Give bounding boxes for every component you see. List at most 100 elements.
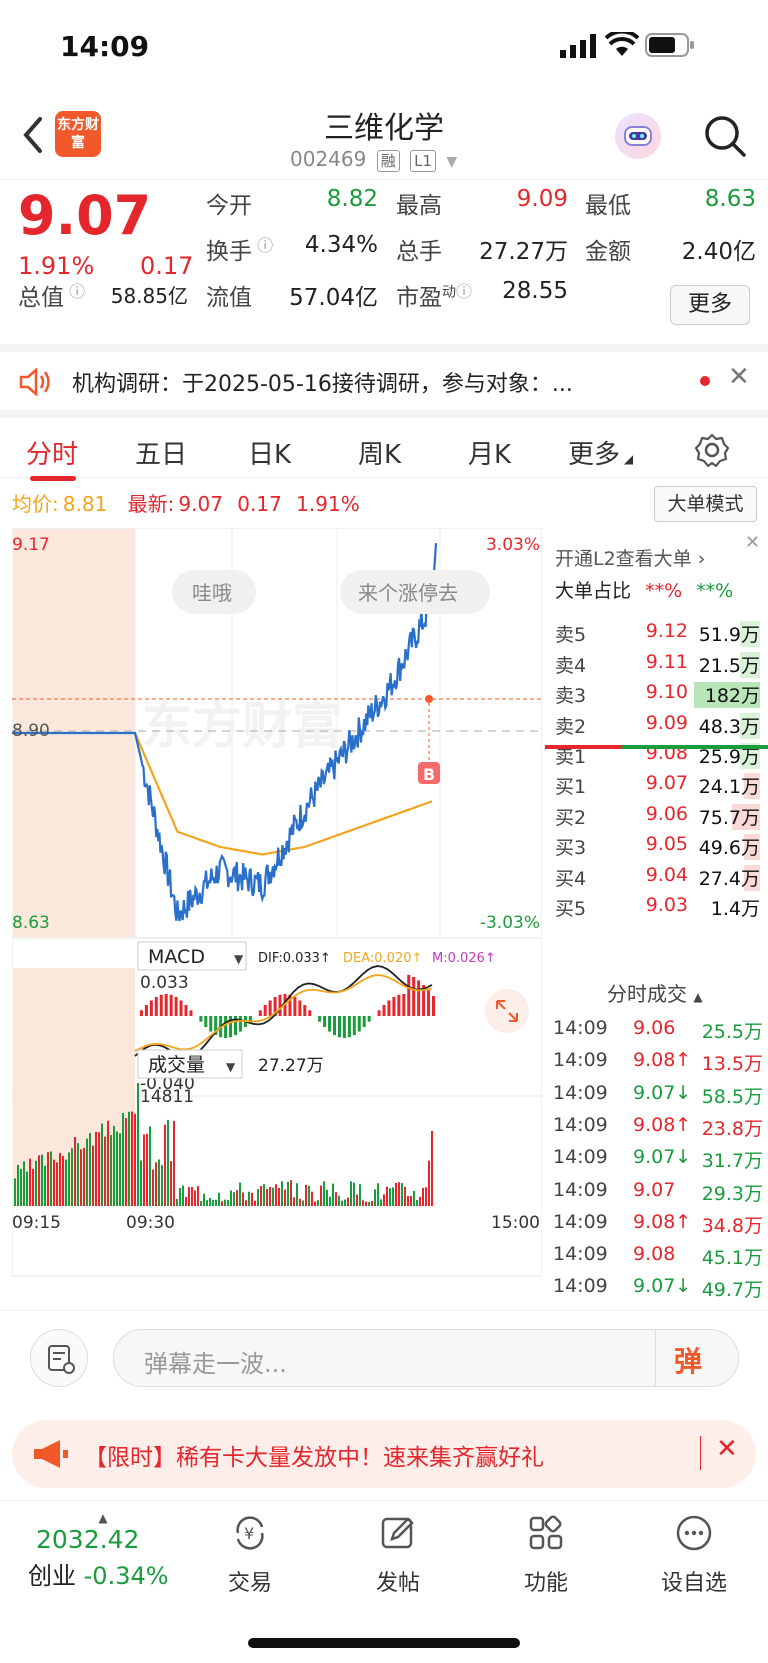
- tab-intraday[interactable]: 分时: [26, 434, 78, 471]
- notice-bar[interactable]: 机构调研：于2025-05-16接待调研，参与对象：... ✕: [0, 344, 768, 406]
- svg-text:¥: ¥: [244, 1524, 254, 1543]
- volume-bar: [83, 1147, 85, 1206]
- macd-bar: [387, 1000, 391, 1016]
- ask-volume: 51.9万: [698, 624, 760, 646]
- volume-bar: [386, 1186, 388, 1206]
- volume-bar: [410, 1195, 412, 1206]
- stock-code-row[interactable]: 002469 融 L1 ▼: [290, 147, 457, 172]
- tab-more[interactable]: 更多 ◢: [568, 434, 633, 471]
- volume-bar: [38, 1155, 40, 1206]
- more-dots-icon: [676, 1515, 712, 1551]
- comment-list-icon[interactable]: [30, 1329, 88, 1387]
- volume-bar: [368, 1201, 370, 1206]
- last-pct: 1.91%: [296, 492, 360, 516]
- nav-add-watchlist[interactable]: 设自选: [634, 1513, 754, 1597]
- more-quote-button[interactable]: 更多: [670, 285, 750, 325]
- last-change: 0.17: [237, 492, 282, 516]
- bubble-limit-up-text: 来个涨停去: [358, 581, 458, 605]
- close-icon[interactable]: ✕: [716, 1434, 738, 1464]
- volume-bar: [182, 1185, 184, 1206]
- info-icon[interactable]: ⓘ: [64, 282, 85, 301]
- volume-bar: [278, 1187, 280, 1206]
- volume-total: 27.27万: [258, 1056, 324, 1076]
- volume-bar: [305, 1184, 307, 1206]
- close-icon[interactable]: ✕: [728, 362, 750, 392]
- volume-bar: [353, 1182, 355, 1206]
- tab-five-day[interactable]: 五日: [135, 434, 187, 471]
- open-label: 今开: [206, 193, 252, 219]
- volume-bar: [68, 1152, 70, 1206]
- volume-bar: [248, 1191, 250, 1206]
- bid-price: 9.07: [645, 772, 688, 794]
- ask-row[interactable]: 卖3 9.10 182万: [555, 679, 760, 709]
- volume-bar: [89, 1132, 91, 1206]
- volume-bar: [71, 1148, 73, 1206]
- danmu-send-button[interactable]: 弹: [674, 1340, 702, 1380]
- info-icon[interactable]: ⓘ: [456, 282, 472, 301]
- buy-sell-ratio-bar: [545, 745, 768, 749]
- volume-bar: [284, 1189, 286, 1206]
- expand-icon[interactable]: [485, 989, 529, 1033]
- stock-code: 002469: [290, 147, 367, 171]
- volume-bar: [125, 1118, 127, 1206]
- danmu-input[interactable]: 弹幕走一波... 弹: [113, 1329, 739, 1387]
- settings-gear-icon[interactable]: [694, 432, 730, 468]
- tick-row: 14:09 9.06 25.5万: [553, 1017, 763, 1043]
- bid-price: 9.03: [645, 894, 688, 916]
- info-icon[interactable]: ⓘ: [252, 236, 273, 255]
- volume-bar: [242, 1192, 244, 1206]
- l2-link[interactable]: 开通L2查看大单 ›: [555, 544, 705, 571]
- intraday-chart[interactable]: 东方财富 B 哇哦 来个涨停去 9.17 3.03% 8.90 8.63 -3.…: [12, 528, 542, 1310]
- nav-functions[interactable]: 功能: [486, 1513, 606, 1597]
- robot-assistant-icon[interactable]: [615, 113, 661, 159]
- macd-bar: [149, 1000, 153, 1016]
- volume-bar: [320, 1185, 322, 1206]
- big-order-mode-button[interactable]: 大单模式: [654, 486, 757, 522]
- ask-row[interactable]: 卖4 9.11 21.5万: [555, 649, 760, 679]
- close-l2-icon[interactable]: ✕: [745, 532, 760, 553]
- index-change: -0.34%: [83, 1562, 169, 1590]
- volume-bar: [314, 1201, 316, 1206]
- tab-weekly-k[interactable]: 周K: [358, 434, 401, 471]
- volume-bar: [56, 1162, 58, 1206]
- top-pct-label: 3.03%: [486, 535, 540, 555]
- turnover-label: 换手 ⓘ: [206, 236, 274, 265]
- float-label: 流值: [206, 285, 252, 311]
- macd-bar: [402, 994, 406, 1016]
- volume-bar: [356, 1194, 358, 1206]
- macd-bar: [377, 1010, 381, 1016]
- bid-row[interactable]: 买2 9.06 75.7万: [555, 801, 760, 831]
- volume-bar: [128, 1111, 130, 1206]
- bid-row[interactable]: 买4 9.04 27.4万: [555, 862, 760, 892]
- tick-row: 14:09 9.08↑ 13.5万: [553, 1049, 763, 1076]
- ask-row[interactable]: 卖5 9.12 51.9万: [555, 618, 760, 648]
- index-ticker[interactable]: ▲ 2032.42 创业 -0.34%: [28, 1511, 178, 1591]
- ask-row[interactable]: 卖2 9.09 48.3万: [555, 710, 760, 740]
- tab-daily-k[interactable]: 日K: [248, 434, 291, 471]
- macd-bar: [303, 1005, 307, 1016]
- volume-bar: [344, 1199, 346, 1206]
- macd-bar: [278, 994, 282, 1016]
- macd-bar: [328, 1016, 332, 1032]
- bid-price: 9.05: [645, 833, 688, 855]
- status-bar: 14:09: [0, 0, 768, 95]
- svg-text:成交量: 成交量: [148, 1054, 205, 1076]
- ticks-title[interactable]: 分时成交 ▲: [607, 978, 703, 1007]
- promo-banner[interactable]: 【限时】稀有卡大量发放中！速来集齐赢好礼 ✕: [12, 1420, 756, 1488]
- bid-row[interactable]: 买3 9.05 49.6万: [555, 831, 760, 861]
- volume-bar: [287, 1181, 289, 1206]
- chart-info-line: 均价: 8.81 最新: 9.07 0.17 1.91%: [12, 492, 360, 516]
- change-amount: 0.17: [140, 252, 194, 280]
- notice-text: 机构调研：于2025-05-16接待调研，参与对象：...: [72, 372, 573, 397]
- ask-price: 9.10: [645, 681, 688, 703]
- dea-value: DEA:0.020↑: [343, 951, 422, 966]
- nav-trade[interactable]: ¥ 交易: [190, 1513, 310, 1597]
- bid-row[interactable]: 买1 9.07 24.1万: [555, 770, 760, 800]
- volume-bar: [413, 1190, 415, 1206]
- volume-bar: [29, 1158, 31, 1206]
- nav-post[interactable]: 发帖: [338, 1513, 458, 1597]
- search-icon[interactable]: [702, 113, 748, 159]
- volume-bar: [290, 1180, 292, 1206]
- bid-row[interactable]: 买5 9.03 1.4万: [555, 892, 760, 922]
- tab-monthly-k[interactable]: 月K: [468, 434, 511, 471]
